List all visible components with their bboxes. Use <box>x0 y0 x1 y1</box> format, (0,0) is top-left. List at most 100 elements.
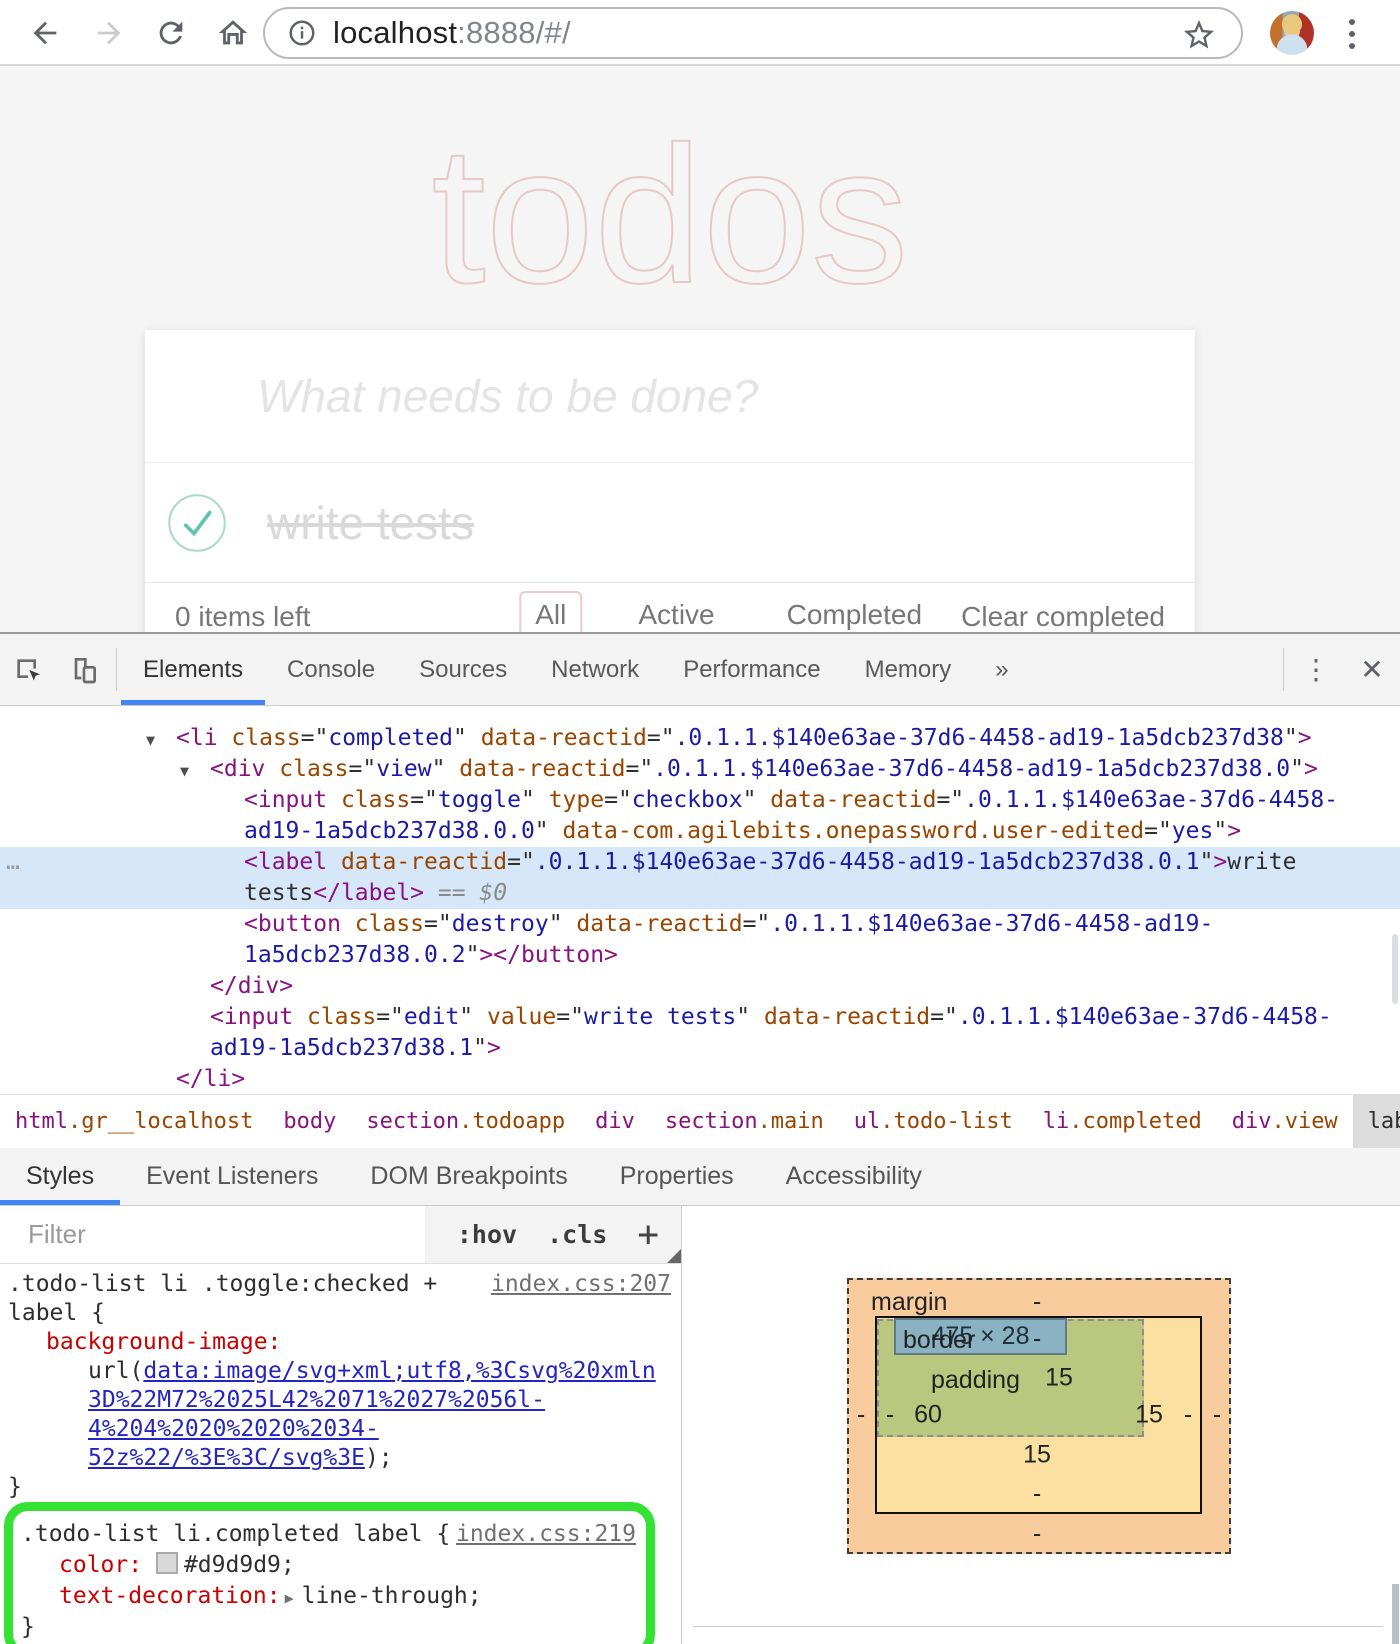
devtools-tab-performance[interactable]: Performance <box>661 634 842 705</box>
border-top-value[interactable]: - <box>1033 1325 1041 1354</box>
breadcrumb-item-div[interactable]: div.view <box>1217 1095 1353 1148</box>
code-line[interactable]: ad19-1a5dcb237d38.1"> <box>0 1033 1400 1064</box>
elements-tree: ▼<li class="completed" data-reactid=".0.… <box>0 707 1400 1094</box>
code-line[interactable]: </li> <box>0 1064 1400 1094</box>
padding-label: padding <box>931 1366 1020 1395</box>
css-property-value[interactable]: #d9d9d9; <box>184 1552 295 1578</box>
todo-checkbox-checked-icon[interactable] <box>167 493 227 553</box>
padding-top-value[interactable]: 15 <box>1045 1364 1073 1393</box>
border-left-value[interactable]: - <box>886 1401 894 1430</box>
devtools-tab-memory[interactable]: Memory <box>843 634 974 705</box>
code-line[interactable]: <input class="toggle" type="checkbox" da… <box>0 785 1400 816</box>
code-line[interactable]: tests</label> == $0 <box>0 878 1400 909</box>
reload-button[interactable] <box>148 10 194 56</box>
margin-top-value[interactable]: - <box>1033 1288 1041 1317</box>
element-classes-button[interactable]: .cls <box>547 1220 607 1249</box>
devtools-tab-elements[interactable]: Elements <box>121 634 265 705</box>
section-divider <box>693 1626 1383 1627</box>
code-line[interactable]: ad19-1a5dcb237d38.0.0" data-com.agilebit… <box>0 816 1400 847</box>
border-bottom-value[interactable]: - <box>1033 1480 1041 1509</box>
padding-bottom-value[interactable]: 15 <box>1023 1441 1051 1470</box>
margin-bottom-value[interactable]: - <box>1033 1520 1041 1549</box>
padding-left-value[interactable]: 60 <box>914 1401 942 1430</box>
data-url-link[interactable]: 4%204%2020%2020%2034- <box>88 1416 379 1442</box>
sidebar-tab-properties[interactable]: Properties <box>594 1148 760 1205</box>
expand-arrow-icon[interactable]: ▼ <box>146 725 176 756</box>
code-content: <input class="edit" value="write tests" … <box>0 1004 1332 1030</box>
home-button[interactable] <box>210 10 256 56</box>
expand-shorthand-icon[interactable]: ▶ <box>285 1583 294 1612</box>
bookmark-star-icon[interactable] <box>1181 17 1217 53</box>
breadcrumb-item-ul[interactable]: ul.todo-list <box>839 1095 1028 1148</box>
code-content: 1a5dcb237d38.0.2"></button> <box>0 942 618 968</box>
css-selector[interactable]: label { <box>0 1299 681 1328</box>
color-swatch[interactable] <box>156 1552 178 1574</box>
code-line[interactable]: </div> <box>0 971 1400 1002</box>
url-text[interactable]: localhost:8888/#/ <box>333 15 571 51</box>
breadcrumb-item-section[interactable]: section.todoapp <box>351 1095 580 1148</box>
filter-all[interactable]: All <box>519 591 582 632</box>
devtools-close-button[interactable]: ✕ <box>1344 634 1400 705</box>
border-right-value[interactable]: - <box>1184 1401 1192 1430</box>
breadcrumb-item-html[interactable]: html.gr__localhost <box>0 1095 268 1148</box>
breadcrumb-item-section[interactable]: section.main <box>650 1095 839 1148</box>
devtools-tab-sources[interactable]: Sources <box>397 634 529 705</box>
sidebar-tab-styles[interactable]: Styles <box>0 1148 120 1205</box>
device-toolbar-button[interactable] <box>56 634 112 705</box>
expand-arrow-icon[interactable]: ▼ <box>180 756 210 787</box>
breadcrumb-item-div[interactable]: div <box>580 1095 650 1148</box>
clear-completed-button[interactable]: Clear completed <box>961 601 1165 632</box>
items-left-count: 0 items left <box>175 601 310 632</box>
sidebar-tab-event-listeners[interactable]: Event Listeners <box>120 1148 344 1205</box>
profile-avatar[interactable] <box>1270 11 1314 55</box>
page-info-icon[interactable] <box>287 18 317 48</box>
css-selector[interactable]: .todo-list li .toggle:checked + <box>8 1270 437 1299</box>
devtools-tab-console[interactable]: Console <box>265 634 397 705</box>
sidebar-scrollbar[interactable] <box>1392 1584 1399 1644</box>
new-style-rule-button[interactable]: + <box>637 1214 659 1255</box>
filter-active[interactable]: Active <box>622 591 730 632</box>
pane-resize-grip[interactable] <box>667 1249 681 1263</box>
css-property-name[interactable]: background-image: <box>46 1329 281 1355</box>
data-url-link[interactable]: 3D%22M72%2025L42%2071%2027%2056l- <box>88 1387 545 1413</box>
css-selector[interactable]: .todo-list li.completed label { <box>21 1519 450 1550</box>
data-url-link[interactable]: data:image/svg+xml;utf8,%3Csvg%20xmln <box>143 1358 655 1384</box>
css-property-name[interactable]: text-decoration: <box>59 1583 281 1609</box>
filter-completed[interactable]: Completed <box>771 591 938 632</box>
code-content: ▼<div class="view" data-reactid=".0.1.1.… <box>0 756 1318 782</box>
css-source-link[interactable]: index.css:219 <box>456 1519 646 1550</box>
sidebar-tab-dom-breakpoints[interactable]: DOM Breakpoints <box>344 1148 593 1205</box>
sidebar-tab-accessibility[interactable]: Accessibility <box>760 1148 948 1205</box>
breadcrumb-item-body[interactable]: body <box>268 1095 351 1148</box>
css-value: ); <box>365 1445 393 1471</box>
margin-right-value[interactable]: - <box>1213 1401 1221 1430</box>
margin-left-value[interactable]: - <box>857 1401 865 1430</box>
inspect-element-button[interactable] <box>0 634 56 705</box>
code-line[interactable]: 1a5dcb237d38.0.2"></button> <box>0 940 1400 971</box>
toggle-element-state-button[interactable]: :hov <box>457 1220 517 1249</box>
back-button[interactable] <box>22 10 68 56</box>
code-line[interactable]: …<label data-reactid=".0.1.1.$140e63ae-3… <box>0 847 1400 878</box>
devtools-tab-[interactable]: » <box>973 634 1030 705</box>
code-line[interactable]: ▼<li class="completed" data-reactid=".0.… <box>0 723 1400 754</box>
code-line[interactable]: ▼<div class="view" data-reactid=".0.1.1.… <box>0 754 1400 785</box>
breadcrumb-item-li[interactable]: li.completed <box>1028 1095 1217 1148</box>
code-line[interactable]: <button class="destroy" data-reactid=".0… <box>0 909 1400 940</box>
css-property-value[interactable]: line-through; <box>302 1583 482 1609</box>
forward-button[interactable] <box>86 10 132 56</box>
css-property-name[interactable]: color: <box>59 1552 142 1578</box>
elements-scrollbar[interactable] <box>1392 934 1398 1004</box>
padding-right-value[interactable]: 15 <box>1135 1401 1163 1430</box>
styles-filter-input[interactable]: Filter <box>0 1206 425 1263</box>
new-todo-input[interactable]: What needs to be done? <box>145 330 1195 462</box>
devtools-tab-network[interactable]: Network <box>529 634 661 705</box>
todo-item-row[interactable]: write tests <box>145 462 1195 582</box>
breadcrumb-item-label[interactable]: label <box>1353 1095 1400 1148</box>
devtools-menu-button[interactable]: ⋮ <box>1288 634 1344 705</box>
browser-menu-button[interactable] <box>1342 12 1362 56</box>
css-source-link[interactable]: index.css:207 <box>491 1270 681 1299</box>
data-url-link[interactable]: 52z%22/%3E%3C/svg%3E <box>88 1445 365 1471</box>
code-line[interactable]: <input class="edit" value="write tests" … <box>0 1002 1400 1033</box>
url-bar[interactable]: localhost:8888/#/ <box>263 7 1243 59</box>
inspect-cursor-icon <box>12 654 44 686</box>
